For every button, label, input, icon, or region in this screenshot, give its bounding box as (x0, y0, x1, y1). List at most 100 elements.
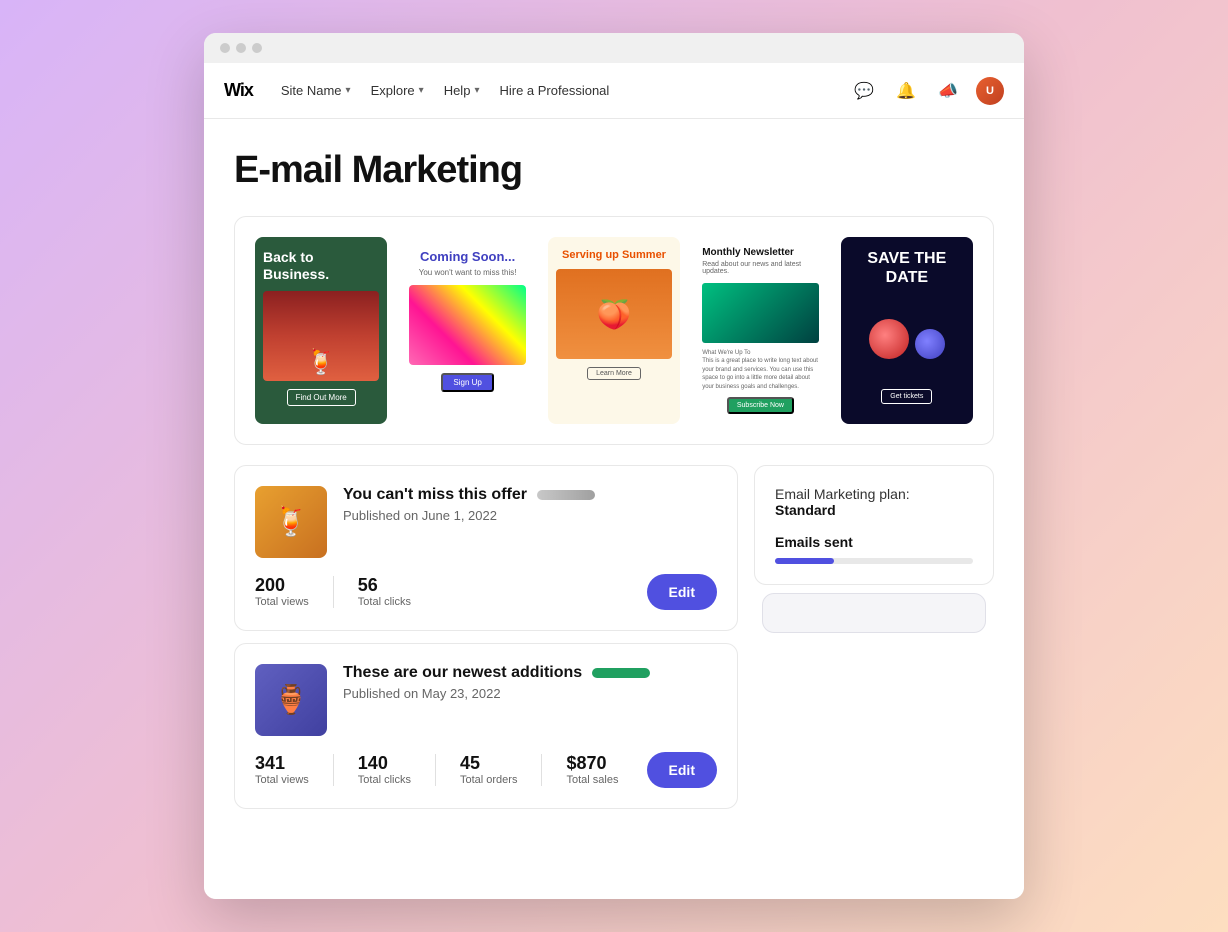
campaign2-sales-label: Total sales (566, 774, 618, 786)
campaign1-status-badge (537, 490, 595, 500)
campaign1-views-label: Total views (255, 596, 309, 608)
plan-name: Standard (775, 502, 836, 518)
campaign2-clicks: 140 Total clicks (358, 753, 411, 786)
campaign2-sales-number: $870 (566, 753, 618, 774)
campaign2-divider1 (333, 754, 334, 786)
campaign1-views: 200 Total views (255, 575, 309, 608)
blob-red (869, 319, 909, 359)
campaign2-edit-button[interactable]: Edit (647, 752, 717, 788)
nav-help[interactable]: Help ▾ (444, 83, 480, 98)
site-name-label: Site Name (281, 83, 342, 98)
card2-image (409, 285, 525, 365)
campaign2-date: Published on May 23, 2022 (343, 686, 717, 701)
browser-dot-green (252, 43, 262, 53)
right-panel: Email Marketing plan: Standard Emails se… (754, 465, 994, 633)
campaign1-edit-button[interactable]: Edit (647, 574, 717, 610)
campaign2-top: 🏺 These are our newest additions Publish… (255, 664, 717, 736)
campaign2-divider3 (541, 754, 542, 786)
browser-window: Wix Site Name ▾ Explore ▾ Help ▾ Hire a … (204, 33, 1024, 899)
campaign1-clicks-number: 56 (358, 575, 411, 596)
campaign1-views-number: 200 (255, 575, 309, 596)
campaign2-orders-label: Total orders (460, 774, 517, 786)
campaign-container: 🍹 You can't miss this offer Published on… (234, 465, 994, 809)
card2-subtitle: You won't want to miss this! (419, 268, 517, 277)
campaign1-stats: 200 Total views 56 Total clicks Edit (255, 574, 717, 610)
browser-chrome (204, 33, 1024, 63)
nav-icons: 💬 🔔 📣 U (850, 77, 1004, 105)
campaign1-clicks-label: Total clicks (358, 596, 411, 608)
campaign2-clicks-label: Total clicks (358, 774, 411, 786)
help-chevron-icon: ▾ (474, 85, 479, 96)
progress-bar-fill (775, 558, 834, 564)
nav-hire[interactable]: Hire a Professional (499, 83, 609, 98)
card5-image (849, 299, 965, 379)
card1-headline: Back to Business. (263, 249, 379, 283)
card1-button[interactable]: Find Out More (287, 389, 356, 406)
template-card-monthly-newsletter[interactable]: Monthly Newsletter Read about our news a… (694, 237, 826, 424)
avatar[interactable]: U (976, 77, 1004, 105)
campaign2-clicks-number: 140 (358, 753, 411, 774)
campaign2-views: 341 Total views (255, 753, 309, 786)
campaign1-divider (333, 576, 334, 608)
card5-headline: SAVE THE DATE (849, 249, 965, 287)
wix-logo: Wix (224, 80, 253, 101)
megaphone-icon[interactable]: 📣 (934, 77, 962, 105)
campaign1-info: You can't miss this offer Published on J… (343, 486, 717, 523)
card2-headline: Coming Soon... (420, 249, 515, 264)
browser-dot-red (220, 43, 230, 53)
campaign2-name-row: These are our newest additions (343, 664, 717, 682)
card5-button[interactable]: Get tickets (881, 389, 932, 404)
campaign2-stats: 341 Total views 140 Total clicks 45 Tota… (255, 752, 717, 788)
explore-chevron-icon: ▾ (419, 85, 424, 96)
plan-card: Email Marketing plan: Standard Emails se… (754, 465, 994, 585)
blob-blue (915, 329, 945, 359)
template-card-coming-soon[interactable]: Coming Soon... You won't want to miss th… (401, 237, 533, 424)
campaign-card-2: 🏺 These are our newest additions Publish… (234, 643, 738, 809)
card3-button[interactable]: Learn More (587, 367, 641, 380)
navbar: Wix Site Name ▾ Explore ▾ Help ▾ Hire a … (204, 63, 1024, 119)
template-card-serving-summer[interactable]: Serving up Summer 🍑 Learn More (548, 237, 680, 424)
card3-image: 🍑 (556, 269, 672, 359)
nav-site-name[interactable]: Site Name ▾ (281, 83, 351, 98)
card4-body: What We're Up ToThis is a great place to… (702, 349, 818, 391)
templates-row: Back to Business. Find Out More Coming S… (234, 216, 994, 445)
site-name-chevron-icon: ▾ (346, 85, 351, 96)
card4-image (702, 283, 818, 343)
campaign2-orders-number: 45 (460, 753, 517, 774)
card4-button[interactable]: Subscribe Now (727, 397, 794, 414)
campaign1-top: 🍹 You can't miss this offer Published on… (255, 486, 717, 558)
template-card-save-the-date[interactable]: SAVE THE DATE Get tickets (841, 237, 973, 424)
campaign-card-1: 🍹 You can't miss this offer Published on… (234, 465, 738, 631)
campaign2-name: These are our newest additions (343, 664, 582, 682)
browser-dots (220, 43, 262, 53)
campaigns-list: 🍹 You can't miss this offer Published on… (234, 465, 738, 809)
plan-label: Email Marketing plan: (775, 486, 910, 502)
campaign1-thumbnail: 🍹 (255, 486, 327, 558)
campaign2-info: These are our newest additions Published… (343, 664, 717, 701)
campaign1-clicks: 56 Total clicks (358, 575, 411, 608)
notification-icon[interactable]: 🔔 (892, 77, 920, 105)
campaign1-date: Published on June 1, 2022 (343, 508, 717, 523)
template-card-back-to-business[interactable]: Back to Business. Find Out More (255, 237, 387, 424)
explore-label: Explore (371, 83, 415, 98)
campaign2-divider2 (435, 754, 436, 786)
card4-subtitle: Read about our news and latest updates. (702, 261, 818, 275)
page-title: E-mail Marketing (234, 149, 994, 192)
browser-dot-yellow (236, 43, 246, 53)
card3-headline: Serving up Summer (562, 249, 666, 261)
campaign2-thumbnail: 🏺 (255, 664, 327, 736)
card1-image (263, 291, 379, 381)
chat-icon[interactable]: 💬 (850, 77, 878, 105)
campaign2-views-label: Total views (255, 774, 309, 786)
main-content: E-mail Marketing Back to Business. Find … (204, 119, 1024, 899)
emails-sent-label: Emails sent (775, 534, 973, 550)
nav-explore[interactable]: Explore ▾ (371, 83, 424, 98)
campaign1-name-row: You can't miss this offer (343, 486, 717, 504)
card4-headline: Monthly Newsletter (702, 247, 818, 258)
help-label: Help (444, 83, 471, 98)
campaign2-sales: $870 Total sales (566, 753, 618, 786)
progress-bar-background (775, 558, 973, 564)
plan-card-shadow (762, 593, 986, 633)
card2-button[interactable]: Sign Up (441, 373, 493, 392)
campaign1-name: You can't miss this offer (343, 486, 527, 504)
